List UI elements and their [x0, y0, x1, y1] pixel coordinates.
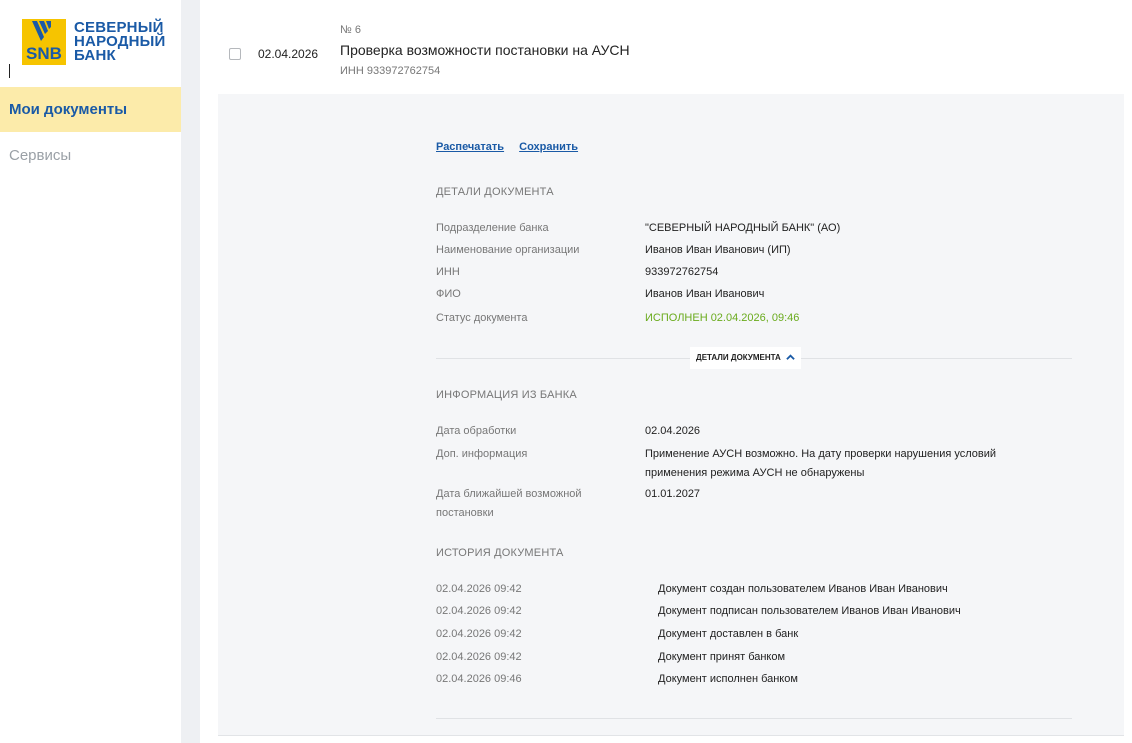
logo-abbr: SNB: [26, 44, 62, 63]
bank-logo[interactable]: SNB СЕВЕРНЫЙ НАРОДНЫЙ БАНК: [22, 19, 172, 69]
bank-name: СЕВЕРНЫЙ НАРОДНЫЙ БАНК: [74, 20, 166, 64]
bank-info-section-title: ИНФОРМАЦИЯ ИЗ БАНКА: [436, 389, 577, 401]
detail-label-fio: ФИО: [436, 288, 461, 300]
panel-bottom-border: [218, 735, 1124, 736]
status-badge: ИСПОЛНЕН 02.04.2026, 09:46: [645, 312, 800, 324]
history-event: Документ подписан пользователем Иванов И…: [658, 605, 961, 617]
sidebar-gutter: [181, 0, 200, 743]
history-time: 02.04.2026 09:46: [436, 673, 522, 685]
detail-value-inn: 933972762754: [645, 266, 719, 278]
detail-label-inn: ИНН: [436, 266, 460, 278]
info-value-additional: Применение АУСН возможно. На дату провер…: [645, 448, 997, 479]
detail-label-org-name: Наименование организации: [436, 244, 580, 256]
details-toggle-button[interactable]: ДЕТАЛИ ДОКУМЕНТА: [690, 347, 802, 369]
bank-name-line-3: БАНК: [74, 47, 116, 64]
document-title[interactable]: Проверка возможности постановки на АУСН: [340, 42, 630, 58]
info-value-next-date: 01.01.2027: [645, 488, 701, 500]
print-link[interactable]: Распечатать: [436, 141, 504, 153]
details-section-title: ДЕТАЛИ ДОКУМЕНТА: [436, 186, 554, 198]
document-details-panel: Распечатать Сохранить ДЕТАЛИ ДОКУМЕНТА П…: [218, 94, 1124, 735]
sidebar: SNB СЕВЕРНЫЙ НАРОДНЫЙ БАНК Мои документы…: [0, 0, 181, 743]
history-event: Документ исполнен банком: [658, 673, 798, 685]
history-time: 02.04.2026 09:42: [436, 651, 522, 663]
document-row[interactable]: 02.04.2026 № 6 Проверка возможности пост…: [218, 0, 1124, 94]
info-value-processing-date: 02.04.2026: [645, 425, 701, 437]
details-toggle-label: ДЕТАЛИ ДОКУМЕНТА: [696, 353, 781, 362]
history-time: 02.04.2026 09:42: [436, 605, 522, 617]
document-actions: Распечатать Сохранить: [436, 141, 590, 153]
document-number: № 6: [340, 24, 361, 36]
detail-value-bank-branch: "СЕВЕРНЫЙ НАРОДНЫЙ БАНК" (АО): [645, 222, 841, 234]
history-event: Документ создан пользователем Иванов Ива…: [658, 583, 948, 595]
info-label-processing-date: Дата обработки: [436, 425, 517, 437]
snb-logo-icon: SNB: [22, 19, 66, 65]
history-divider: [436, 718, 1072, 719]
history-time: 02.04.2026 09:42: [436, 628, 522, 640]
detail-value-org-name: Иванов Иван Иванович (ИП): [645, 244, 791, 256]
sidebar-item-my-documents[interactable]: Мои документы: [0, 87, 181, 132]
info-label-next-date: Дата ближайшей возможной постановки: [436, 488, 582, 519]
history-section-title: ИСТОРИЯ ДОКУМЕНТА: [436, 547, 564, 559]
detail-value-fio: Иванов Иван Иванович: [645, 288, 765, 300]
document-inn: ИНН 933972762754: [340, 65, 441, 77]
text-cursor: [9, 64, 10, 78]
history-event: Документ принят банком: [658, 651, 786, 663]
document-date: 02.04.2026: [258, 47, 319, 61]
info-label-additional: Доп. информация: [436, 448, 528, 460]
save-link[interactable]: Сохранить: [519, 141, 578, 153]
main-content: 02.04.2026 № 6 Проверка возможности пост…: [218, 0, 1124, 743]
history-event: Документ доставлен в банк: [658, 628, 799, 640]
document-checkbox[interactable]: [229, 48, 241, 60]
detail-label-status: Статус документа: [436, 312, 528, 324]
history-time: 02.04.2026 09:42: [436, 583, 522, 595]
sidebar-item-services[interactable]: Сервисы: [0, 133, 181, 178]
chevron-up-icon: [786, 354, 795, 361]
detail-label-bank-branch: Подразделение банка: [436, 222, 549, 234]
